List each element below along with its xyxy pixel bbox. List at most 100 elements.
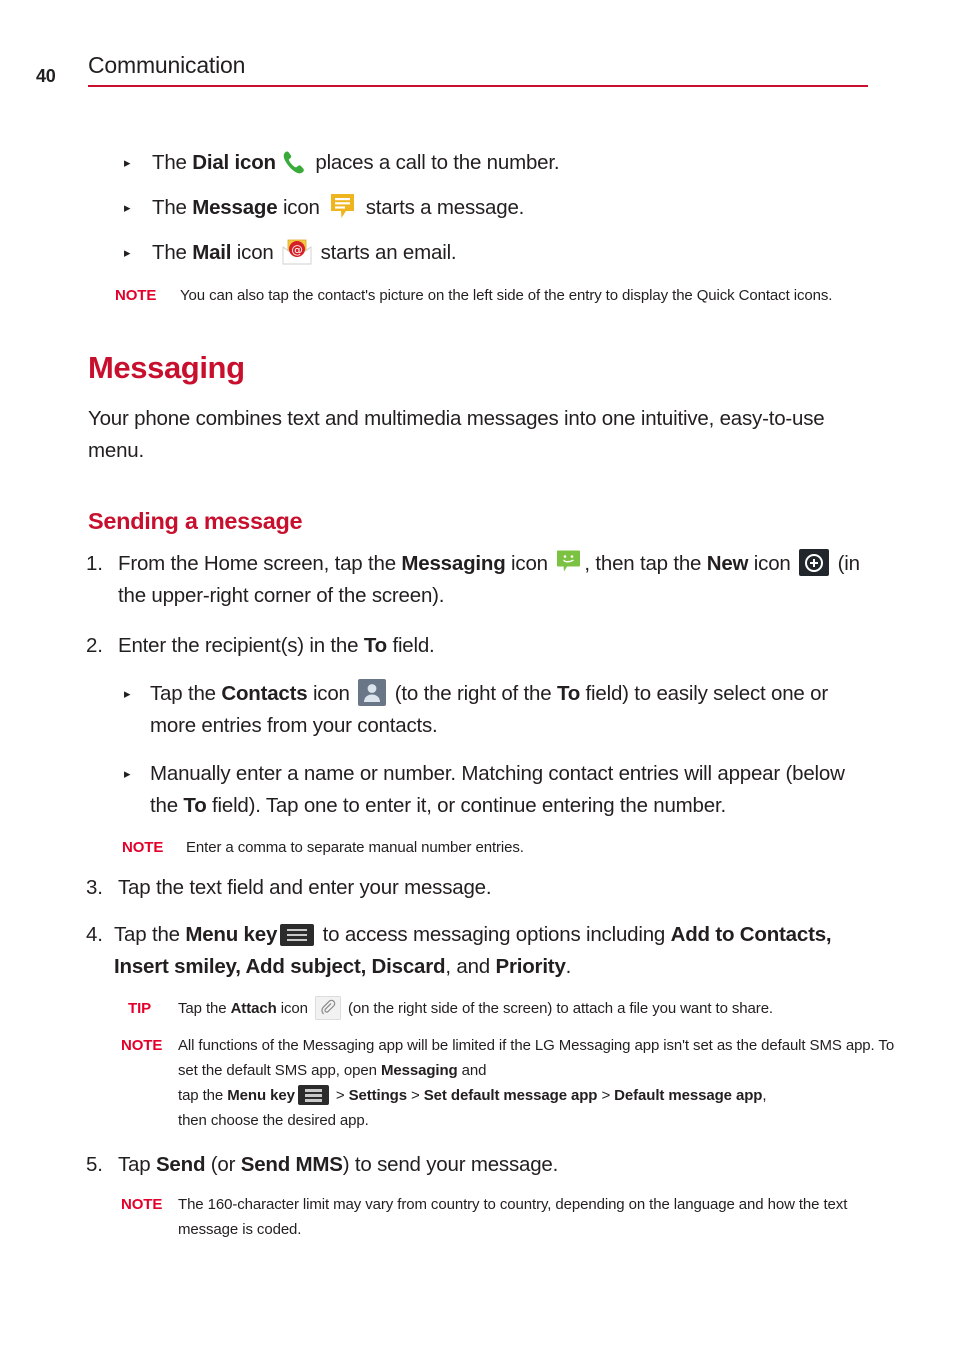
bullet-text-pre: The (152, 196, 193, 219)
menu-line (287, 933, 308, 937)
note-text-part2: and (457, 1062, 487, 1080)
step-number: 5. (86, 1153, 103, 1177)
mail-icon: @ (282, 238, 312, 266)
bullet-text-bold: Message (192, 196, 278, 219)
sub-text-part1: Tap the (150, 682, 222, 705)
bullet-triangle-icon: ▸ (124, 245, 131, 260)
note-text-line3-part5: , (762, 1087, 767, 1105)
note-160-character-limit: NOTE The 160-character limit may vary fr… (0, 1192, 954, 1242)
svg-text:@: @ (291, 242, 302, 256)
note-bold-menu-key: Menu key (227, 1087, 295, 1105)
tip-text-part2: icon (276, 1000, 312, 1017)
step-text-part3: , then tap the (584, 552, 707, 575)
list-item: ▸ The Dial icon places a call to the numb… (0, 140, 954, 185)
step-text-part3: , and (445, 955, 496, 978)
note-text-line3-part2: > (331, 1087, 349, 1105)
sub-text-part2: field). Tap one to enter it, or continue… (206, 794, 726, 817)
note-bold-messaging: Messaging (380, 1062, 458, 1080)
step-text-part2: (or (205, 1153, 241, 1177)
section-intro-text: Your phone combines text and multimedia … (88, 407, 825, 462)
bullet-triangle-icon: ▸ (124, 200, 131, 215)
list-item: ▸ The Mail icon @ starts an email. (0, 230, 954, 275)
page-content: ▸ The Dial icon places a call to the numb… (0, 140, 954, 1242)
page-header: 40 Communication (0, 52, 954, 92)
note-bold-settings: Settings (348, 1087, 407, 1105)
step-text-part2: to access messaging options including (317, 923, 671, 946)
tip-text-part1: Tap the (178, 1000, 231, 1017)
note-text-part1: All functions of the Messaging app will … (178, 1037, 895, 1080)
sub-text-part3: (to the right of the (389, 682, 557, 705)
menu-key-icon (297, 1085, 329, 1106)
note-text-line4: then choose the desired app. (178, 1112, 369, 1130)
bullet-text-post: starts an email. (315, 241, 457, 264)
step-number: 1. (86, 552, 103, 575)
list-item: ▸ The Message icon starts a message. (0, 185, 954, 230)
section-heading-messaging: Messaging (88, 350, 245, 385)
phone-icon (280, 149, 306, 175)
tip-label: TIP (128, 1000, 152, 1017)
step-text-part1: Tap the (114, 923, 186, 946)
message-bubble-icon (330, 193, 355, 220)
step-1: 1. From the Home screen, tap the Messagin… (0, 548, 954, 612)
sub-text-bold-to: To (183, 794, 207, 817)
note-bold-default-message-app: Default message app (614, 1087, 763, 1105)
note-comma: NOTE Enter a comma to separate manual nu… (0, 835, 954, 860)
bullet-text-post: places a call to the number. (309, 151, 560, 174)
menu-line (304, 1089, 322, 1092)
note-bold-set-default-message-app: Set default message app (423, 1087, 598, 1105)
step-3: 3. Tap the text field and enter your mess… (0, 872, 954, 904)
tip-text-bold-attach: Attach (230, 1000, 277, 1017)
bullet-text-bold: Dial icon (192, 151, 276, 174)
note-text: All functions of the Messaging app will … (178, 1033, 906, 1133)
step-4: 4. Tap the Menu key to access messaging o… (0, 919, 954, 983)
sub-text-bold-to: To (556, 682, 581, 705)
contacts-person-icon (358, 679, 387, 707)
note-default-sms: NOTE All functions of the Messaging app … (0, 1033, 954, 1133)
menu-line (287, 928, 308, 932)
step-number: 4. (86, 923, 103, 946)
attach-paperclip-icon (314, 996, 341, 1021)
bullet-text-mid: icon (277, 196, 326, 219)
step-text-part4: icon (748, 552, 797, 575)
step-2-sub-item-manual-entry: ▸ Manually enter a name or number. Matchi… (124, 758, 954, 822)
note-text-line3-part1: tap the (178, 1087, 228, 1105)
sub-text-bold-contacts: Contacts (221, 682, 308, 705)
step-text-bold-priority: Priority (495, 955, 566, 978)
sub-text-part2: icon (307, 682, 356, 705)
step-2: 2. Enter the recipient(s) in the To field… (0, 630, 954, 662)
menu-key-icon (280, 923, 315, 946)
step-text-part1: From the Home screen, tap the (118, 552, 402, 575)
note-text: Enter a comma to separate manual number … (186, 839, 524, 856)
step-text: Tap the text field and enter your messag… (118, 876, 492, 899)
menu-line (304, 1099, 322, 1102)
step-text-part4: . (565, 955, 572, 978)
bullet-triangle-icon: ▸ (124, 686, 131, 701)
step-text-part1: Enter the recipient(s) in the (118, 634, 364, 657)
note-text: The 160-character limit may vary from co… (178, 1196, 848, 1239)
bullet-triangle-icon: ▸ (124, 766, 131, 781)
step-number: 2. (86, 634, 103, 657)
plus-glyph (805, 553, 824, 572)
step-text-bold-new: New (706, 552, 749, 575)
step-text-bold-send-mms: Send MMS (240, 1153, 343, 1177)
new-plus-icon (799, 549, 830, 577)
header-divider (88, 85, 868, 87)
step-text-bold-send: Send (155, 1153, 206, 1177)
note-label: NOTE (121, 1037, 163, 1055)
menu-line (304, 1094, 322, 1097)
step-5: 5. Tap Send (or Send MMS) to send your me… (0, 1149, 954, 1181)
note-label: NOTE (121, 1196, 163, 1214)
messaging-smiley-icon (556, 549, 581, 574)
subsection-heading-sending-a-message: Sending a message (88, 508, 303, 534)
step-text-part2: icon (505, 552, 554, 575)
bullet-triangle-icon: ▸ (124, 155, 131, 170)
bullet-text-pre: The (152, 241, 193, 264)
tip-text: Tap the Attach icon (on the right side o… (178, 996, 846, 1021)
tip-text-part3: (on the right side of the screen) to att… (343, 1000, 773, 1017)
step-text-part3: ) to send your message. (342, 1153, 559, 1177)
step-number: 3. (86, 876, 103, 899)
note-quick-contact: NOTE You can also tap the contact's pict… (0, 283, 954, 308)
page-number: 40 (36, 66, 56, 86)
note-text-line3-part3: > (406, 1087, 424, 1105)
page-title: Communication (88, 52, 246, 78)
